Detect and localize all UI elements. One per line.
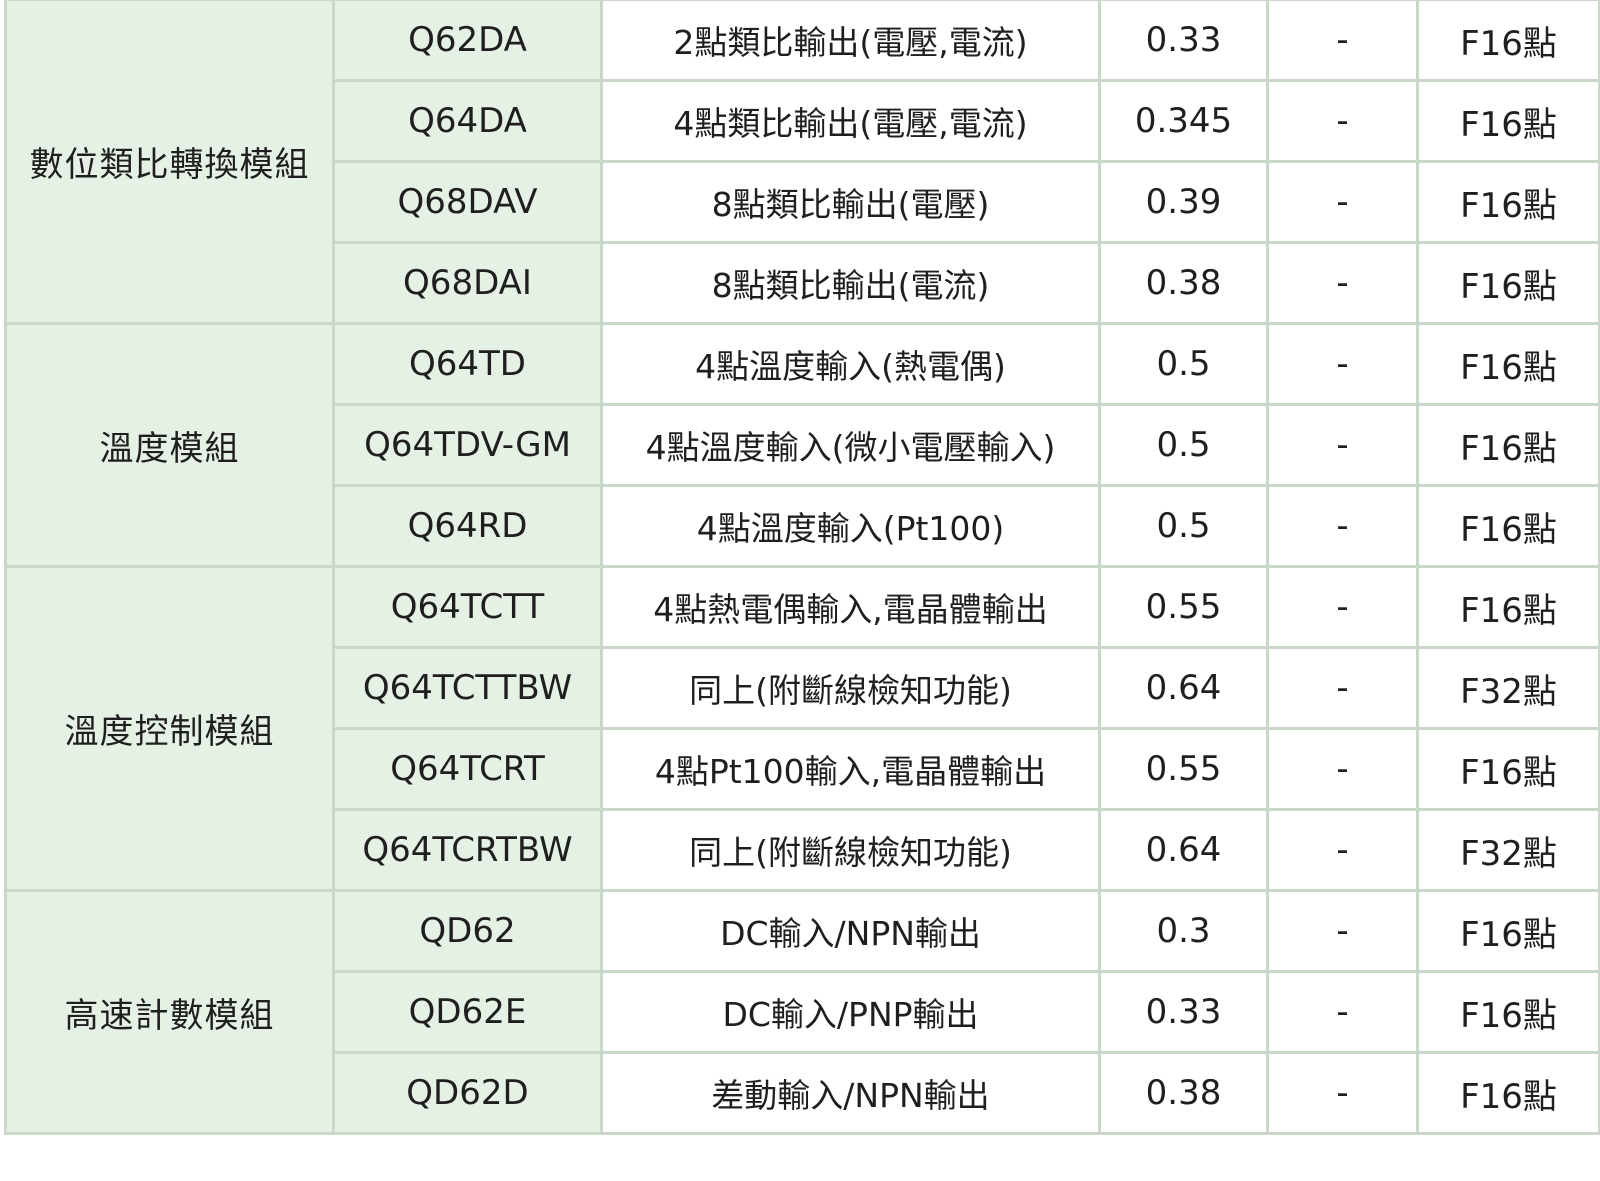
dash-cell: - (1266, 322, 1419, 406)
group-label-high-speed-counter: 高速計數模組 (4, 889, 335, 1135)
points-cell: F16點 (1416, 160, 1600, 244)
description-cell: 4點溫度輸入(微小電壓輸入) (600, 403, 1101, 487)
points-cell: F16點 (1416, 889, 1600, 973)
points-cell: F16點 (1416, 727, 1600, 811)
description-cell: 同上(附斷線檢知功能) (600, 646, 1101, 730)
current-cell: 0.64 (1098, 808, 1269, 892)
description-cell: 4點熱電偶輸入,電晶體輸出 (600, 565, 1101, 649)
description-cell: 4點溫度輸入(Pt100) (600, 484, 1101, 568)
dash-cell: - (1266, 1051, 1419, 1135)
model-cell: Q64TDV-GM (332, 403, 603, 487)
dash-cell: - (1266, 160, 1419, 244)
current-cell: 0.55 (1098, 727, 1269, 811)
model-cell: Q64TCRT (332, 727, 603, 811)
module-spec-table: 數位類比轉換模組 Q62DA 2點類比輸出(電壓,電流) 0.33 - F16點… (4, 0, 1600, 1135)
description-cell: 4點Pt100輸入,電晶體輸出 (600, 727, 1101, 811)
current-cell: 0.5 (1098, 403, 1269, 487)
current-cell: 0.39 (1098, 160, 1269, 244)
model-cell: QD62 (332, 889, 603, 973)
current-cell: 0.5 (1098, 322, 1269, 406)
dash-cell: - (1266, 565, 1419, 649)
points-cell: F16點 (1416, 79, 1600, 163)
group-label-da: 數位類比轉換模組 (4, 0, 335, 325)
points-cell: F32點 (1416, 646, 1600, 730)
dash-cell: - (1266, 646, 1419, 730)
group-label-temp: 溫度模組 (4, 322, 335, 568)
model-cell: Q68DAI (332, 241, 603, 325)
points-cell: F16點 (1416, 565, 1600, 649)
table-row: 數位類比轉換模組 Q62DA 2點類比輸出(電壓,電流) 0.33 - F16點 (4, 0, 1600, 325)
table-row: 溫度控制模組 Q64TCTT 4點熱電偶輸入,電晶體輸出 0.55 - F16點 (4, 565, 1600, 892)
current-cell: 0.33 (1098, 970, 1269, 1054)
dash-cell: - (1266, 970, 1419, 1054)
points-cell: F16點 (1416, 484, 1600, 568)
table-row: 高速計數模組 QD62 DC輸入/NPN輸出 0.3 - F16點 (4, 889, 1600, 1135)
dash-cell: - (1266, 808, 1419, 892)
dash-cell: - (1266, 241, 1419, 325)
model-cell: Q64TCRTBW (332, 808, 603, 892)
current-cell: 0.345 (1098, 79, 1269, 163)
points-cell: F16點 (1416, 970, 1600, 1054)
model-cell: Q64RD (332, 484, 603, 568)
points-cell: F16點 (1416, 241, 1600, 325)
model-cell: Q64TD (332, 322, 603, 406)
description-cell: 4點溫度輸入(熱電偶) (600, 322, 1101, 406)
dash-cell: - (1266, 79, 1419, 163)
points-cell: F16點 (1416, 403, 1600, 487)
current-cell: 0.5 (1098, 484, 1269, 568)
description-cell: 差動輸入/NPN輸出 (600, 1051, 1101, 1135)
description-cell: 8點類比輸出(電流) (600, 241, 1101, 325)
description-cell: 8點類比輸出(電壓) (600, 160, 1101, 244)
current-cell: 0.3 (1098, 889, 1269, 973)
dash-cell: - (1266, 727, 1419, 811)
module-spec-sheet: 數位類比轉換模組 Q62DA 2點類比輸出(電壓,電流) 0.33 - F16點… (0, 0, 1600, 1181)
current-cell: 0.55 (1098, 565, 1269, 649)
model-cell: QD62D (332, 1051, 603, 1135)
dash-cell: - (1266, 889, 1419, 973)
model-cell: Q64DA (332, 79, 603, 163)
points-cell: F16點 (1416, 1051, 1600, 1135)
model-cell: QD62E (332, 970, 603, 1054)
current-cell: 0.33 (1098, 0, 1269, 82)
points-cell: F16點 (1416, 0, 1600, 82)
model-cell: Q64TCTTBW (332, 646, 603, 730)
model-cell: Q62DA (332, 0, 603, 82)
model-cell: Q68DAV (332, 160, 603, 244)
current-cell: 0.38 (1098, 1051, 1269, 1135)
dash-cell: - (1266, 484, 1419, 568)
dash-cell: - (1266, 403, 1419, 487)
description-cell: DC輸入/NPN輸出 (600, 889, 1101, 973)
dash-cell: - (1266, 0, 1419, 82)
current-cell: 0.38 (1098, 241, 1269, 325)
points-cell: F16點 (1416, 322, 1600, 406)
group-label-temp-control: 溫度控制模組 (4, 565, 335, 892)
description-cell: 4點類比輸出(電壓,電流) (600, 79, 1101, 163)
model-cell: Q64TCTT (332, 565, 603, 649)
description-cell: DC輸入/PNP輸出 (600, 970, 1101, 1054)
description-cell: 2點類比輸出(電壓,電流) (600, 0, 1101, 82)
current-cell: 0.64 (1098, 646, 1269, 730)
points-cell: F32點 (1416, 808, 1600, 892)
table-row: 溫度模組 Q64TD 4點溫度輸入(熱電偶) 0.5 - F16點 (4, 322, 1600, 568)
description-cell: 同上(附斷線檢知功能) (600, 808, 1101, 892)
